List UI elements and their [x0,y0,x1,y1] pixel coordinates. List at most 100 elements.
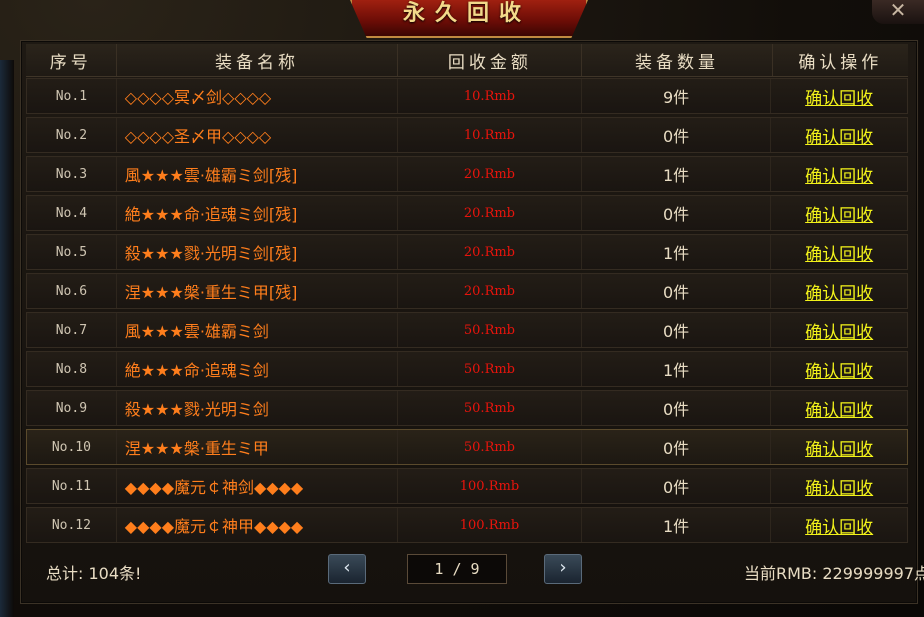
footer-bar: 总计: 104条! ‹ 1 / 9 › 当前RMB: 229999997点 [26,550,924,590]
recycle-price: 20.Rmb [398,274,582,308]
confirm-recycle-link[interactable]: 确认回收 [805,84,873,109]
row-number: No.6 [27,274,117,308]
action-cell: 确认回收 [771,196,907,230]
row-number: No.2 [27,118,117,152]
row-number: No.10 [27,430,117,464]
action-cell: 确认回收 [771,79,907,113]
header-no: 序号 [26,44,117,76]
table-row: No.9 殺★★★戮·光明ミ剑 50.Rmb 0件 确认回收 [26,390,908,426]
header-action: 确认操作 [798,52,883,73]
table-row: No.10 涅★★★槃·重生ミ甲 50.Rmb 0件 确认回收 [26,429,908,465]
equipment-name: 風★★★雲·雄霸ミ剑 [117,313,399,347]
equipment-name: ◇◇◇◇圣〆甲◇◇◇◇ [117,118,399,152]
recycle-price: 10.Rmb [398,118,582,152]
total-count: 总计: 104条! [46,564,142,583]
confirm-recycle-link[interactable]: 确认回收 [805,513,873,538]
row-number: No.12 [27,508,117,542]
equipment-name: ◇◇◇◇冥〆剑◇◇◇◇ [117,79,399,113]
action-cell: 确认回收 [771,430,907,464]
equipment-name: 涅★★★槃·重生ミ甲 [117,430,399,464]
confirm-recycle-link[interactable]: 确认回收 [805,162,873,187]
equipment-quantity: 0件 [582,196,772,230]
confirm-recycle-link[interactable]: 确认回收 [805,396,873,421]
action-cell: 确认回收 [771,235,907,269]
close-icon: ✕ [889,0,907,22]
background-edge [0,60,14,617]
equipment-quantity: 0件 [582,118,772,152]
equipment-quantity: 0件 [582,391,772,425]
chevron-right-icon: › [559,557,567,578]
close-button[interactable]: ✕ [872,0,924,24]
table-row: No.2 ◇◇◇◇圣〆甲◇◇◇◇ 10.Rmb 0件 确认回收 [26,117,908,153]
recycle-price: 50.Rmb [398,430,582,464]
action-cell: 确认回收 [771,157,907,191]
recycle-price: 50.Rmb [398,313,582,347]
equipment-quantity: 0件 [582,313,772,347]
confirm-recycle-link[interactable]: 确认回收 [805,123,873,148]
recycle-price: 10.Rmb [398,79,582,113]
recycle-price: 50.Rmb [398,352,582,386]
recycle-price: 20.Rmb [398,235,582,269]
table-row: No.7 風★★★雲·雄霸ミ剑 50.Rmb 0件 确认回收 [26,312,908,348]
table-row: No.1 ◇◇◇◇冥〆剑◇◇◇◇ 10.Rmb 9件 确认回收 [26,78,908,114]
confirm-recycle-link[interactable]: 确认回收 [805,474,873,499]
table-row: No.8 絶★★★命·追魂ミ剑 50.Rmb 1件 确认回收 [26,351,908,387]
table-row: No.5 殺★★★戮·光明ミ剑[残] 20.Rmb 1件 确认回收 [26,234,908,270]
recycle-price: 50.Rmb [398,391,582,425]
row-number: No.8 [27,352,117,386]
recycle-price: 20.Rmb [398,157,582,191]
equipment-quantity: 0件 [582,274,772,308]
action-cell: 确认回收 [771,508,907,542]
action-cell: 确认回收 [771,313,907,347]
header-price: 回收金额 [398,44,583,76]
next-page-button[interactable]: › [544,554,582,584]
current-rmb: 当前RMB: 229999997点 [744,564,924,583]
equipment-table: No.1 ◇◇◇◇冥〆剑◇◇◇◇ 10.Rmb 9件 确认回收 No.2 ◇◇◇… [26,78,908,546]
recycle-price: 100.Rmb [398,469,582,503]
confirm-recycle-link[interactable]: 确认回收 [805,201,873,226]
equipment-quantity: 1件 [582,235,772,269]
equipment-quantity: 9件 [582,79,772,113]
table-row: No.6 涅★★★槃·重生ミ甲[残] 20.Rmb 0件 确认回收 [26,273,908,309]
equipment-quantity: 0件 [582,469,772,503]
recycle-price: 100.Rmb [398,508,582,542]
row-number: No.5 [27,235,117,269]
prev-page-button[interactable]: ‹ [328,554,366,584]
table-row: No.3 風★★★雲·雄霸ミ剑[残] 20.Rmb 1件 确认回收 [26,156,908,192]
row-number: No.1 [27,79,117,113]
row-number: No.7 [27,313,117,347]
chevron-left-icon: ‹ [343,557,351,578]
action-cell: 确认回收 [771,352,907,386]
row-number: No.9 [27,391,117,425]
action-cell: 确认回收 [771,274,907,308]
confirm-recycle-link[interactable]: 确认回收 [805,318,873,343]
table-row: No.11 ◆◆◆◆魔元￠神剑◆◆◆◆ 100.Rmb 0件 确认回收 [26,468,908,504]
action-cell: 确认回收 [771,391,907,425]
confirm-recycle-link[interactable]: 确认回收 [805,357,873,382]
confirm-recycle-link[interactable]: 确认回收 [805,240,873,265]
row-number: No.4 [27,196,117,230]
page-indicator: 1 / 9 [407,554,507,584]
equipment-name: 殺★★★戮·光明ミ剑[残] [117,235,399,269]
equipment-quantity: 1件 [582,508,772,542]
row-number: No.3 [27,157,117,191]
equipment-name: 涅★★★槃·重生ミ甲[残] [117,274,399,308]
equipment-name: ◆◆◆◆魔元￠神剑◆◆◆◆ [117,469,399,503]
equipment-name: 殺★★★戮·光明ミ剑 [117,391,399,425]
equipment-quantity: 0件 [582,430,772,464]
recycle-price: 20.Rmb [398,196,582,230]
table-header: 序号 装备名称 回收金额 装备数量 确认操作 [26,44,908,77]
equipment-name: 絶★★★命·追魂ミ剑[残] [117,196,399,230]
equipment-quantity: 1件 [582,352,772,386]
confirm-recycle-link[interactable]: 确认回收 [805,279,873,304]
table-row: No.4 絶★★★命·追魂ミ剑[残] 20.Rmb 0件 确认回收 [26,195,908,231]
header-name: 装备名称 [117,44,399,76]
window-title: 永久回收 [402,1,531,26]
equipment-name: 絶★★★命·追魂ミ剑 [117,352,399,386]
equipment-name: ◆◆◆◆魔元￠神甲◆◆◆◆ [117,508,399,542]
confirm-recycle-link[interactable]: 确认回收 [805,435,873,460]
action-cell: 确认回收 [771,118,907,152]
action-cell: 确认回收 [771,469,907,503]
header-qty: 装备数量 [582,44,773,76]
table-row: No.12 ◆◆◆◆魔元￠神甲◆◆◆◆ 100.Rmb 1件 确认回收 [26,507,908,543]
